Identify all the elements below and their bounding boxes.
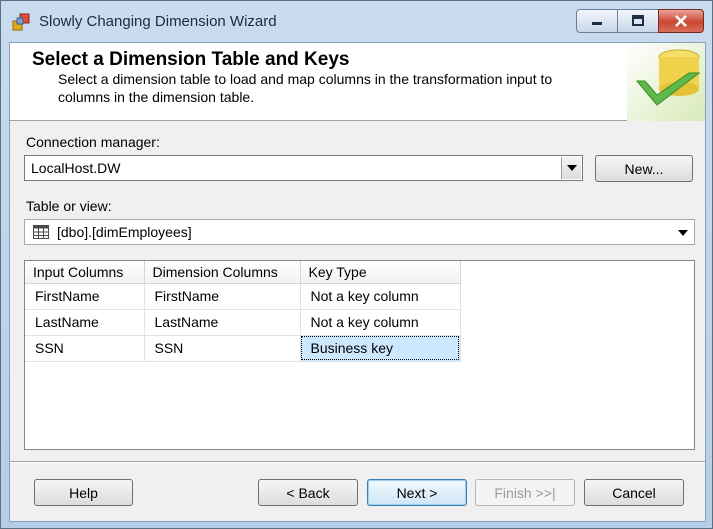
chevron-down-icon <box>566 165 577 171</box>
wizard-page: Select a Dimension Table and Keys Select… <box>9 42 706 522</box>
key-type-cell[interactable]: Not a key column <box>300 309 461 336</box>
dimension-column-cell[interactable]: FirstName <box>144 283 301 310</box>
footer-divider <box>10 461 705 463</box>
caption-buttons <box>576 9 704 33</box>
connection-manager-label: Connection manager: <box>26 134 160 150</box>
wizard-window: Slowly Changing Dimension Wizard Select … <box>0 0 713 529</box>
table-icon <box>33 225 49 239</box>
title-bar[interactable]: Slowly Changing Dimension Wizard <box>1 1 712 43</box>
input-column-cell[interactable]: FirstName <box>25 283 145 310</box>
table-or-view-label: Table or view: <box>26 198 112 214</box>
grid-header-row: Input Columns Dimension Columns Key Type <box>25 261 461 284</box>
connection-dropdown-button[interactable] <box>561 157 581 179</box>
page-description: Select a dimension table to load and map… <box>58 71 553 105</box>
dimension-column-cell[interactable]: SSN <box>144 335 301 362</box>
table-or-view-value: [dbo].[dimEmployees] <box>57 224 192 240</box>
key-type-cell[interactable]: Not a key column <box>300 283 461 310</box>
column-header-key-type[interactable]: Key Type <box>300 261 461 284</box>
connection-manager-combo[interactable]: LocalHost.DW <box>24 155 583 181</box>
dimension-column-cell[interactable]: LastName <box>144 309 301 336</box>
table-or-view-combo[interactable]: [dbo].[dimEmployees] <box>24 219 695 245</box>
ssis-wizard-icon <box>12 13 30 31</box>
help-button[interactable]: Help <box>34 479 133 506</box>
column-mapping-grid[interactable]: Input Columns Dimension Columns Key Type… <box>24 260 695 450</box>
page-title: Select a Dimension Table and Keys <box>32 49 350 70</box>
close-icon <box>675 15 687 27</box>
maximize-button[interactable] <box>617 9 659 33</box>
table-row[interactable]: SSN SSN Business key <box>25 335 461 362</box>
maximize-icon <box>632 15 644 26</box>
table-row[interactable]: FirstName FirstName Not a key column <box>25 283 461 310</box>
next-button[interactable]: Next > <box>367 479 467 506</box>
chevron-down-icon[interactable] <box>678 230 688 236</box>
database-checkmark-icon <box>627 43 705 121</box>
input-column-cell[interactable]: LastName <box>25 309 145 336</box>
minimize-button[interactable] <box>576 9 618 33</box>
table-row[interactable]: LastName LastName Not a key column <box>25 309 461 336</box>
new-connection-button[interactable]: New... <box>595 155 693 182</box>
close-button[interactable] <box>658 9 704 33</box>
minimize-icon <box>592 22 602 25</box>
back-button[interactable]: < Back <box>258 479 358 506</box>
header-banner: Select a Dimension Table and Keys Select… <box>10 43 705 121</box>
key-type-cell-selected[interactable]: Business key <box>300 335 461 362</box>
column-header-input[interactable]: Input Columns <box>25 261 145 284</box>
window-title: Slowly Changing Dimension Wizard <box>39 13 277 30</box>
cancel-button[interactable]: Cancel <box>584 479 684 506</box>
input-column-cell[interactable]: SSN <box>25 335 145 362</box>
connection-manager-value: LocalHost.DW <box>31 160 121 176</box>
finish-button[interactable]: Finish >>| <box>475 479 575 506</box>
column-header-dimension[interactable]: Dimension Columns <box>144 261 301 284</box>
